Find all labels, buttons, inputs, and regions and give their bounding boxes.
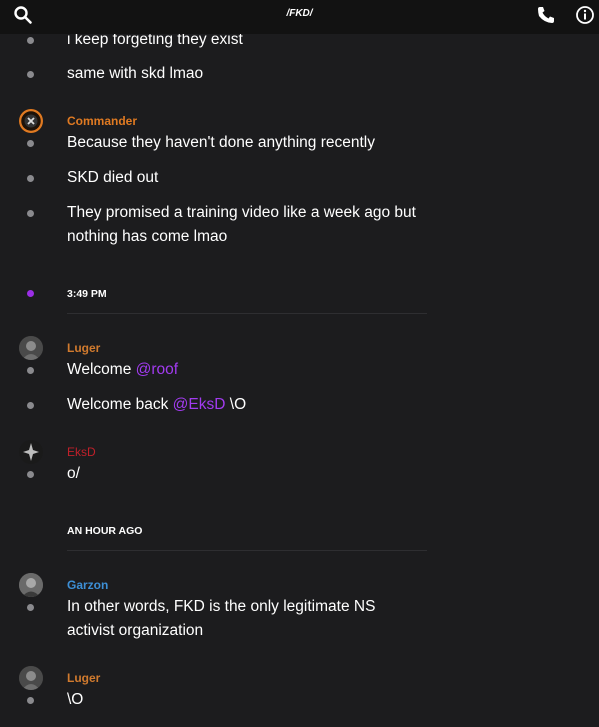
message-text-part: \O xyxy=(225,396,247,413)
avatar-eksd[interactable] xyxy=(19,440,43,464)
info-icon[interactable] xyxy=(575,5,595,25)
message-text: o/ xyxy=(67,465,80,482)
author-name[interactable]: Garzon xyxy=(67,578,108,592)
message-dot xyxy=(27,367,34,374)
time-separator: AN HOUR AGO xyxy=(67,525,143,537)
author-name[interactable]: EksD xyxy=(67,445,96,459)
message-feed: i keep forgeting they exist same with sk… xyxy=(0,0,599,727)
time-dot xyxy=(27,290,34,297)
user-mention[interactable]: @roof xyxy=(136,361,178,378)
separator-line xyxy=(67,550,427,551)
author-name[interactable]: Commander xyxy=(67,114,137,128)
message-dot xyxy=(27,37,34,44)
phone-icon[interactable] xyxy=(536,5,556,25)
message-text-part: Welcome xyxy=(67,361,136,378)
top-bar: /FKD/ xyxy=(0,0,599,34)
message-dot xyxy=(27,71,34,78)
author-name[interactable]: Luger xyxy=(67,341,100,355)
message-text: In other words, FKD is the only legitima… xyxy=(67,598,376,639)
message-text: \O xyxy=(67,691,84,708)
message-dot xyxy=(27,697,34,704)
message-text: Welcome back @EksD \O xyxy=(67,393,447,417)
author-name[interactable]: Luger xyxy=(67,671,100,685)
message-dot xyxy=(27,175,34,182)
message-text: They promised a training video like a we… xyxy=(67,204,416,245)
message-text-part: Welcome back xyxy=(67,396,173,413)
message-text: same with skd lmao xyxy=(67,65,204,82)
message-dot xyxy=(27,210,34,217)
user-mention[interactable]: @EksD xyxy=(173,396,226,413)
message-dot xyxy=(27,140,34,147)
message-text: Welcome @roof xyxy=(67,358,447,382)
message-text: SKD died out xyxy=(67,169,159,186)
avatar-garzon[interactable] xyxy=(19,573,43,597)
avatar-commander[interactable] xyxy=(19,109,43,133)
separator-line xyxy=(67,313,427,314)
avatar-luger[interactable] xyxy=(19,666,43,690)
message-dot xyxy=(27,402,34,409)
time-separator: 3:49 PM xyxy=(67,288,107,300)
message-text: Because they haven't done anything recen… xyxy=(67,134,376,151)
message-dot xyxy=(27,471,34,478)
avatar-luger[interactable] xyxy=(19,336,43,360)
channel-title: /FKD/ xyxy=(286,8,313,19)
message-dot xyxy=(27,604,34,611)
